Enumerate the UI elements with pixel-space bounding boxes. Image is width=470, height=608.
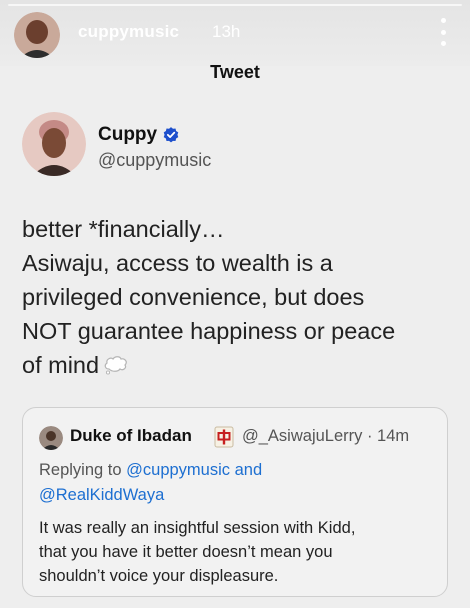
story-username[interactable]: cuppymusic: [78, 22, 179, 42]
author-name-text: Cuppy: [98, 124, 158, 145]
tweet-line: NOT guarantee happiness or peace: [22, 318, 396, 344]
verified-badge-icon: [163, 127, 179, 143]
quoted-handle-time: @_AsiwajuLerry · 14m: [242, 427, 410, 445]
mention-link[interactable]: @RealKiddWaya: [39, 486, 164, 504]
page-title: Tweet: [210, 62, 260, 82]
tweet-line: Asiwaju, access to wealth is a: [22, 250, 333, 276]
tweet-line-last: of mind: [22, 348, 462, 382]
story-timestamp: 13h: [212, 22, 241, 41]
story-avatar[interactable]: [14, 12, 60, 58]
quoted-line: that you have it better doesn’t mean you: [39, 543, 333, 561]
author-name[interactable]: Cuppy: [98, 124, 180, 146]
replying-to-label: Replying to: [39, 461, 127, 479]
quoted-line: shouldn’t voice your displeasure.: [39, 567, 279, 585]
quoted-author-avatar[interactable]: [39, 426, 63, 450]
replying-to: Replying to @cuppymusic and @RealKiddWay…: [39, 458, 439, 508]
tweet-text: better *financially… Asiwaju, access to …: [22, 212, 462, 382]
mahjong-red-dragon-icon: [214, 426, 234, 448]
tweet-line: of mind: [22, 352, 100, 378]
tweet-line: privileged convenience, but does: [22, 284, 365, 310]
tweet-line: better *financially…: [22, 216, 225, 242]
quoted-author-name[interactable]: Duke of Ibadan: [70, 426, 192, 446]
thought-balloon-icon: [104, 356, 127, 375]
mention-link[interactable]: @cuppymusic and: [126, 461, 262, 479]
story-progress-bar: [8, 4, 462, 6]
author-avatar[interactable]: [22, 112, 86, 176]
quoted-tweet-card[interactable]: Duke of Ibadan @_AsiwajuLerry · 14m Repl…: [22, 407, 448, 597]
more-vertical-icon[interactable]: [440, 18, 446, 46]
story-header: cuppymusic 13h: [0, 0, 470, 66]
quoted-tweet-text: It was really an insightful session with…: [39, 516, 439, 588]
author-handle[interactable]: @cuppymusic: [98, 150, 211, 171]
quoted-line: It was really an insightful session with…: [39, 519, 356, 537]
